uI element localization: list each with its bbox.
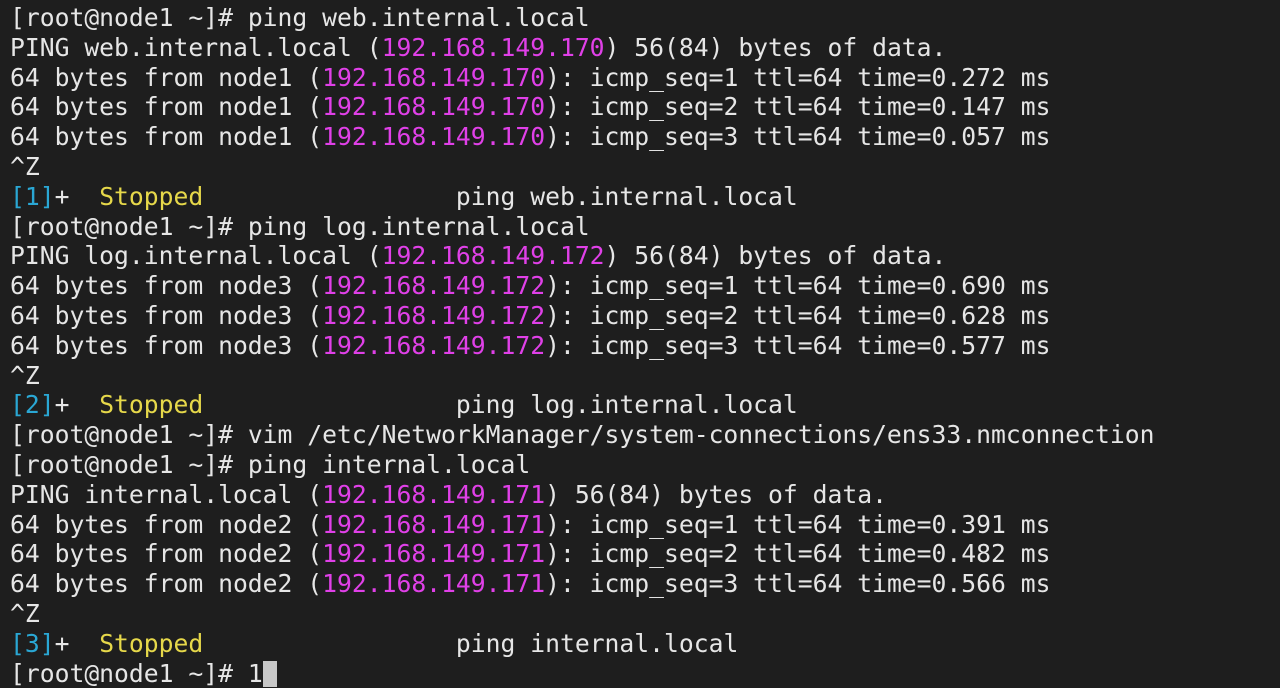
output-text: ^Z — [10, 360, 40, 390]
text-cursor — [262, 660, 277, 687]
job-gap — [203, 182, 456, 211]
output-text: 64 bytes from node2 ( — [10, 569, 323, 599]
job-gap — [203, 390, 456, 419]
output-text: ): icmp_seq=1 ttl=64 time=0.690 ms — [545, 271, 1051, 301]
output-text: 64 bytes from node3 ( — [10, 300, 323, 330]
terminal-line: 64 bytes from node1 (192.168.149.170): i… — [10, 122, 1280, 152]
terminal-line: [3]+ Stopped ping internal.local — [10, 629, 1280, 659]
output-text: ): icmp_seq=3 ttl=64 time=0.577 ms — [545, 330, 1051, 360]
job-number: [2] — [10, 390, 55, 420]
output-text: PING web.internal.local ( — [10, 32, 382, 62]
terminal-input-line[interactable]: [root@node1 ~]# 1 — [10, 659, 1280, 688]
job-number: [1] — [10, 181, 55, 211]
output-text: 64 bytes from node3 ( — [10, 271, 323, 301]
output-text: 64 bytes from node3 ( — [10, 330, 323, 360]
ip-address: 192.168.149.170 — [381, 32, 605, 62]
terminal-line: ^Z — [10, 599, 1280, 629]
terminal-line: 64 bytes from node2 (192.168.149.171): i… — [10, 539, 1280, 569]
terminal-line: [2]+ Stopped ping log.internal.local — [10, 390, 1280, 420]
terminal-line: [root@node1 ~]# ping web.internal.local — [10, 3, 1280, 33]
ip-address: 192.168.149.170 — [322, 62, 546, 92]
terminal-line: ^Z — [10, 152, 1280, 182]
output-text: ) 56(84) bytes of data. — [545, 479, 887, 509]
output-text: PING internal.local ( — [10, 479, 323, 509]
job-status: Stopped — [99, 181, 204, 211]
terminal-line: ^Z — [10, 361, 1280, 391]
job-number: [3] — [10, 628, 55, 658]
terminal-line: 64 bytes from node2 (192.168.149.171): i… — [10, 569, 1280, 599]
ip-address: 192.168.149.172 — [322, 330, 546, 360]
shell-prompt: [root@node1 ~]# — [10, 3, 248, 32]
output-text: ): icmp_seq=1 ttl=64 time=0.272 ms — [545, 62, 1051, 92]
output-text: ): icmp_seq=2 ttl=64 time=0.628 ms — [545, 300, 1051, 330]
terminal-line: [root@node1 ~]# ping internal.local — [10, 450, 1280, 480]
job-command: ping log.internal.local — [455, 390, 798, 420]
ip-address: 192.168.149.171 — [322, 479, 546, 509]
command-text: ping internal.local — [247, 449, 531, 479]
ip-address: 192.168.149.171 — [322, 509, 546, 539]
ip-address: 192.168.149.170 — [322, 122, 546, 152]
ip-address: 192.168.149.172 — [322, 271, 546, 301]
terminal-line: [root@node1 ~]# vim /etc/NetworkManager/… — [10, 420, 1280, 450]
output-text: 64 bytes from node1 ( — [10, 122, 323, 152]
output-text: ): icmp_seq=2 ttl=64 time=0.147 ms — [545, 92, 1051, 122]
output-text: 64 bytes from node2 ( — [10, 509, 323, 539]
terminal-line: PING web.internal.local (192.168.149.170… — [10, 33, 1280, 63]
terminal-line: 64 bytes from node3 (192.168.149.172): i… — [10, 331, 1280, 361]
shell-prompt: [root@node1 ~]# — [10, 420, 248, 450]
output-text: 64 bytes from node1 ( — [10, 62, 323, 92]
job-gap — [203, 629, 456, 658]
shell-prompt: [root@node1 ~]# — [10, 658, 248, 688]
job-status: Stopped — [99, 628, 204, 658]
job-command: ping web.internal.local — [455, 181, 798, 211]
output-text: ) 56(84) bytes of data. — [604, 241, 947, 271]
terminal-window[interactable]: [root@node1 ~]# ping web.internal.local P… — [0, 0, 1280, 688]
terminal-line: [root@node1 ~]# ping log.internal.local — [10, 212, 1280, 242]
ip-address: 192.168.149.170 — [322, 92, 546, 122]
command-text: ping log.internal.local — [247, 211, 590, 241]
terminal-line: 64 bytes from node1 (192.168.149.170): i… — [10, 63, 1280, 93]
job-flag: + — [54, 181, 100, 211]
output-text: ^Z — [10, 598, 40, 628]
output-text: ): icmp_seq=3 ttl=64 time=0.057 ms — [545, 122, 1051, 152]
job-command: ping internal.local — [455, 628, 739, 658]
job-flag: + — [54, 390, 100, 420]
job-status: Stopped — [99, 390, 204, 420]
output-text: ) 56(84) bytes of data. — [604, 32, 947, 62]
terminal-line: 64 bytes from node3 (192.168.149.172): i… — [10, 271, 1280, 301]
terminal-line: 64 bytes from node1 (192.168.149.170): i… — [10, 92, 1280, 122]
ip-address: 192.168.149.172 — [381, 241, 605, 271]
shell-prompt: [root@node1 ~]# — [10, 449, 248, 479]
command-text: vim /etc/NetworkManager/system-connectio… — [247, 420, 1155, 450]
output-text: 64 bytes from node2 ( — [10, 539, 323, 569]
terminal-line: [1]+ Stopped ping web.internal.local — [10, 182, 1280, 212]
output-text: 64 bytes from node1 ( — [10, 92, 323, 122]
output-text: ): icmp_seq=2 ttl=64 time=0.482 ms — [545, 539, 1051, 569]
ip-address: 192.168.149.171 — [322, 539, 546, 569]
terminal-line: 64 bytes from node2 (192.168.149.171): i… — [10, 510, 1280, 540]
terminal-line: PING internal.local (192.168.149.171) 56… — [10, 480, 1280, 510]
terminal-line: PING log.internal.local (192.168.149.172… — [10, 241, 1280, 271]
command-text: ping web.internal.local — [247, 3, 590, 32]
output-text: ): icmp_seq=1 ttl=64 time=0.391 ms — [545, 509, 1051, 539]
shell-prompt: [root@node1 ~]# — [10, 211, 248, 241]
job-flag: + — [54, 628, 100, 658]
output-text: ^Z — [10, 151, 40, 181]
output-text: PING log.internal.local ( — [10, 241, 382, 271]
command-input[interactable]: 1 — [248, 659, 263, 688]
ip-address: 192.168.149.172 — [322, 300, 546, 330]
output-text: ): icmp_seq=3 ttl=64 time=0.566 ms — [545, 569, 1051, 599]
ip-address: 192.168.149.171 — [322, 569, 546, 599]
terminal-line: 64 bytes from node3 (192.168.149.172): i… — [10, 301, 1280, 331]
